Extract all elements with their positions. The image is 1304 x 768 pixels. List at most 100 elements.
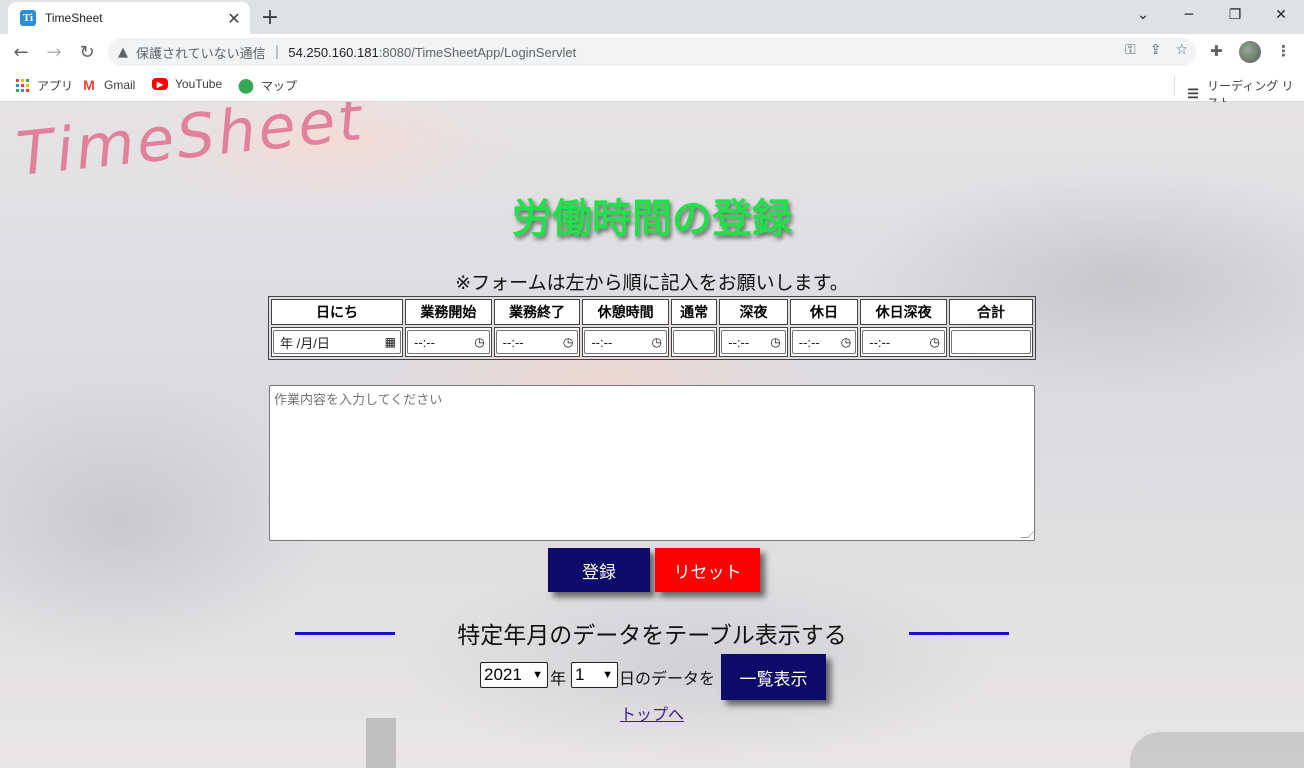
cell-end: --:-- ◷: [493, 327, 581, 357]
time-placeholder: --:--: [798, 334, 820, 350]
close-icon[interactable]: ✕: [226, 9, 242, 28]
form-notice: ※フォームは左から順に記入をお願いします。: [455, 272, 849, 294]
restore-icon[interactable]: ❐: [1212, 0, 1258, 30]
cell-night: --:-- ◷: [719, 327, 788, 357]
time-placeholder: --:--: [591, 334, 613, 350]
bookmark-label: アプリ: [37, 79, 74, 93]
menu-icon[interactable]: ⋮: [1276, 42, 1291, 60]
time-placeholder: --:--: [414, 334, 435, 350]
normal-hours-input[interactable]: [673, 330, 716, 354]
address-bar[interactable]: ▲ 保護されていない通信 | 54.250.160.181:8080/TimeS…: [108, 38, 1196, 66]
minimize-icon[interactable]: ─: [1166, 0, 1212, 30]
header-holiday: 休日: [789, 299, 859, 325]
clock-icon[interactable]: ◷: [841, 335, 851, 349]
extensions-icon[interactable]: ✚: [1210, 42, 1223, 60]
youtube-icon: ▶: [152, 78, 168, 90]
cell-total: [949, 327, 1033, 357]
forward-icon[interactable]: →: [40, 38, 68, 66]
chevron-down-icon: ▼: [532, 669, 543, 681]
break-time-input[interactable]: --:-- ◷: [584, 330, 668, 354]
browser-toolbar: ← → ↻ ▲ 保護されていない通信 | 54.250.160.181:8080…: [0, 34, 1304, 70]
divider: [1174, 76, 1175, 96]
bookmark-apps[interactable]: アプリ: [14, 77, 73, 94]
divider: |: [274, 44, 280, 60]
url-text: 54.250.160.181:8080/TimeSheetApp/LoginSe…: [288, 45, 576, 60]
gmail-icon: M: [83, 77, 95, 93]
apps-icon: [14, 78, 30, 94]
security-label: 保護されていない通信: [136, 45, 266, 61]
clock-icon[interactable]: ◷: [652, 335, 662, 349]
work-content-textarea[interactable]: 作業内容を入力してください: [269, 385, 1036, 541]
header-normal: 通常: [671, 299, 718, 325]
page-title: 労働時間の登録: [512, 196, 792, 242]
month-value: 1: [575, 665, 585, 684]
url-path: :8080/TimeSheetApp/LoginServlet: [378, 44, 577, 60]
bookmark-maps[interactable]: ⬤ マップ: [238, 77, 297, 94]
total-input[interactable]: [951, 330, 1031, 354]
url-host: 54.250.160.181: [288, 44, 379, 60]
new-tab-icon[interactable]: +: [258, 5, 282, 30]
key-icon[interactable]: ⚿: [1125, 42, 1136, 58]
site-logo: TimeSheet: [13, 102, 368, 191]
holiday-time-input[interactable]: --:-- ◷: [791, 330, 857, 354]
textarea-placeholder: 作業内容を入力してください: [274, 392, 443, 407]
cell-start: --:-- ◷: [405, 327, 492, 357]
reading-list-icon: ☰: [1187, 86, 1199, 101]
avatar[interactable]: [1239, 41, 1261, 63]
list-display-button[interactable]: 一覧表示: [721, 654, 826, 700]
bookmarks-bar: アプリ M Gmail ▶ YouTube ⬤ マップ ☰ リーディング リスト: [0, 70, 1304, 110]
reset-button[interactable]: リセット: [655, 548, 760, 592]
divider-right: [909, 632, 1009, 635]
year-suffix: 年: [550, 669, 567, 688]
holiday-night-time-input[interactable]: --:-- ◷: [862, 330, 945, 354]
favicon-icon: Ti: [20, 10, 36, 26]
year-value: 2021: [484, 665, 522, 684]
cell-holiday-night: --:-- ◷: [860, 327, 947, 357]
top-link[interactable]: トップへ: [620, 705, 684, 724]
clock-icon[interactable]: ◷: [930, 335, 940, 349]
header-holiday-night: 休日深夜: [860, 299, 947, 325]
month-suffix: 日のデータを: [619, 669, 716, 688]
back-icon[interactable]: ←: [7, 38, 35, 66]
browser-tab[interactable]: Ti TimeSheet ✕: [8, 2, 250, 34]
time-placeholder: --:--: [728, 334, 750, 350]
register-button[interactable]: 登録: [548, 548, 650, 592]
month-select[interactable]: 1 ▼: [571, 662, 618, 688]
cell-date: 年 /月/日 ▦: [271, 327, 403, 357]
tab-strip: Ti TimeSheet ✕ + ⌄ ─ ❐ ✕: [0, 0, 1304, 34]
background-tower: [366, 718, 396, 768]
tab-search-icon[interactable]: ⌄: [1120, 0, 1166, 30]
timesheet-table: 日にち 業務開始 業務終了 休憩時間 通常 深夜 休日 休日深夜 合計 年 /月…: [268, 296, 1036, 360]
table-row: 年 /月/日 ▦ --:-- ◷ --:-- ◷ --:-- ◷ --:-- ◷…: [271, 327, 1033, 357]
section-heading: 特定年月のデータをテーブル表示する: [457, 623, 847, 649]
tab-title: TimeSheet: [45, 11, 103, 25]
warning-icon[interactable]: ▲: [118, 45, 128, 60]
night-time-input[interactable]: --:-- ◷: [721, 330, 786, 354]
calendar-icon[interactable]: ▦: [385, 335, 396, 349]
bookmark-youtube[interactable]: ▶ YouTube: [152, 77, 222, 91]
year-select[interactable]: 2021 ▼: [480, 662, 548, 688]
start-time-input[interactable]: --:-- ◷: [407, 330, 490, 354]
cell-normal: [671, 327, 718, 357]
header-break: 休憩時間: [582, 299, 670, 325]
bookmark-label: マップ: [261, 79, 298, 93]
window-close-icon[interactable]: ✕: [1258, 0, 1304, 30]
background-building: [1130, 732, 1304, 768]
resize-handle[interactable]: [1020, 530, 1036, 538]
time-placeholder: --:--: [869, 334, 891, 350]
map-pin-icon: ⬤: [238, 77, 254, 93]
cell-holiday: --:-- ◷: [789, 327, 859, 357]
clock-icon[interactable]: ◷: [563, 335, 573, 349]
header-end: 業務終了: [493, 299, 581, 325]
clock-icon[interactable]: ◷: [474, 335, 484, 349]
clock-icon[interactable]: ◷: [770, 335, 780, 349]
share-icon[interactable]: ⇪: [1150, 42, 1162, 58]
page-content: TimeSheet 労働時間の登録 ※フォームは左から順に記入をお願いします。 …: [0, 102, 1304, 768]
bookmark-gmail[interactable]: M Gmail: [81, 77, 135, 93]
end-time-input[interactable]: --:-- ◷: [495, 330, 579, 354]
date-placeholder: 年 /月/日: [280, 335, 330, 351]
star-icon[interactable]: ☆: [1175, 42, 1188, 58]
bookmark-label: Gmail: [104, 78, 136, 92]
reload-icon[interactable]: ↻: [73, 38, 101, 66]
date-input[interactable]: 年 /月/日 ▦: [273, 330, 401, 354]
